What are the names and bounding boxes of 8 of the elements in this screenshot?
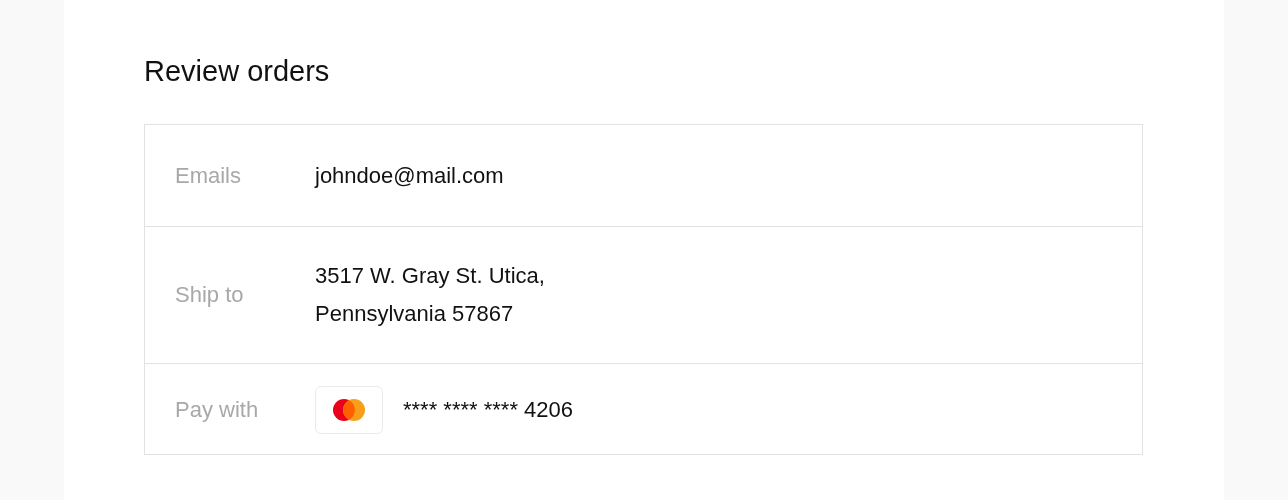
row-label: Emails xyxy=(174,162,242,190)
row-label: Pay with xyxy=(174,396,260,424)
card-number: **** **** **** 4206 xyxy=(403,396,574,424)
section-title: Review orders xyxy=(144,54,331,89)
card-logo-icon xyxy=(315,386,383,434)
row-label: Ship to xyxy=(174,281,245,309)
row-value: johndoe@mail.com xyxy=(315,162,504,190)
row-value: 3517 W. Gray St. Utica, Pennsylvania 57867 xyxy=(315,262,545,328)
